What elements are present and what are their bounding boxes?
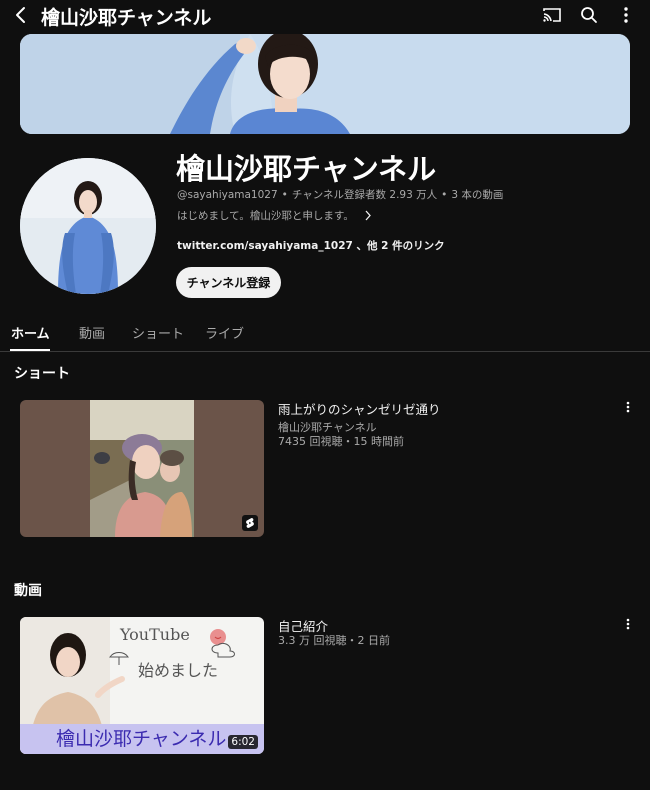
thumbnail-caption: 檜山沙耶チャンネル (20, 724, 264, 754)
active-tab-indicator (10, 349, 50, 351)
tab-shorts[interactable]: ショート (132, 323, 184, 342)
channel-description[interactable]: はじめまして。檜山沙耶と申します。 (177, 208, 372, 223)
top-app-bar: 檜山沙耶チャンネル (0, 0, 650, 32)
channel-tabs: ホーム 動画 ショート ライブ (0, 320, 650, 352)
tab-live[interactable]: ライブ (205, 323, 244, 342)
video-more-button[interactable] (620, 616, 636, 632)
more-icon (626, 618, 630, 630)
search-icon (581, 7, 597, 23)
video-thumbnail[interactable]: YouTube 始めました 檜山沙耶チャンネル 6:02 (20, 617, 264, 754)
subscriber-count: チャンネル登録者数 2.93 万人 (291, 189, 438, 201)
videos-section-title: 動画 (14, 583, 42, 599)
back-button[interactable] (10, 4, 32, 26)
channel-banner (20, 34, 630, 134)
subscribe-button[interactable]: チャンネル登録 (176, 267, 281, 298)
cast-button[interactable] (541, 4, 563, 26)
cast-icon (543, 8, 561, 22)
description-text: はじめまして。檜山沙耶と申します。 (177, 210, 354, 222)
page-title: 檜山沙耶チャンネル (41, 7, 212, 29)
channel-avatar[interactable] (20, 158, 156, 294)
tab-home[interactable]: ホーム (11, 323, 50, 342)
channel-handle: @sayahiyama1027 (177, 189, 278, 201)
more-button[interactable] (615, 4, 637, 26)
separator: • (281, 189, 288, 201)
shorts-icon (242, 515, 258, 531)
back-icon (16, 7, 25, 23)
video-stats: 3.3 万 回視聴・2 日前 (278, 634, 390, 647)
short-more-button[interactable] (620, 399, 636, 415)
channel-links[interactable]: twitter.com/sayahiyama_1027 、他 2 件のリンク (177, 238, 445, 253)
whiteboard-text: YouTube (120, 625, 190, 644)
more-icon (626, 401, 630, 413)
shorts-section-title: ショート (14, 366, 70, 382)
search-button[interactable] (578, 4, 600, 26)
short-stats: 7435 回視聴・15 時間前 (278, 435, 404, 448)
tab-videos[interactable]: 動画 (79, 323, 105, 342)
channel-name: 檜山沙耶チャンネル (176, 152, 437, 186)
chevron-right-icon (364, 210, 372, 221)
video-duration: 6:02 (228, 735, 258, 749)
video-count: 3 本の動画 (451, 189, 504, 201)
whiteboard-text: 始めました (138, 661, 219, 680)
more-icon (624, 7, 628, 23)
short-thumbnail[interactable] (20, 400, 264, 537)
short-title[interactable]: 雨上がりのシャンゼリゼ通り (278, 399, 441, 418)
channel-meta: @sayahiyama1027 • チャンネル登録者数 2.93 万人 • 3 本の動画 (177, 187, 503, 202)
separator: • (441, 189, 448, 201)
